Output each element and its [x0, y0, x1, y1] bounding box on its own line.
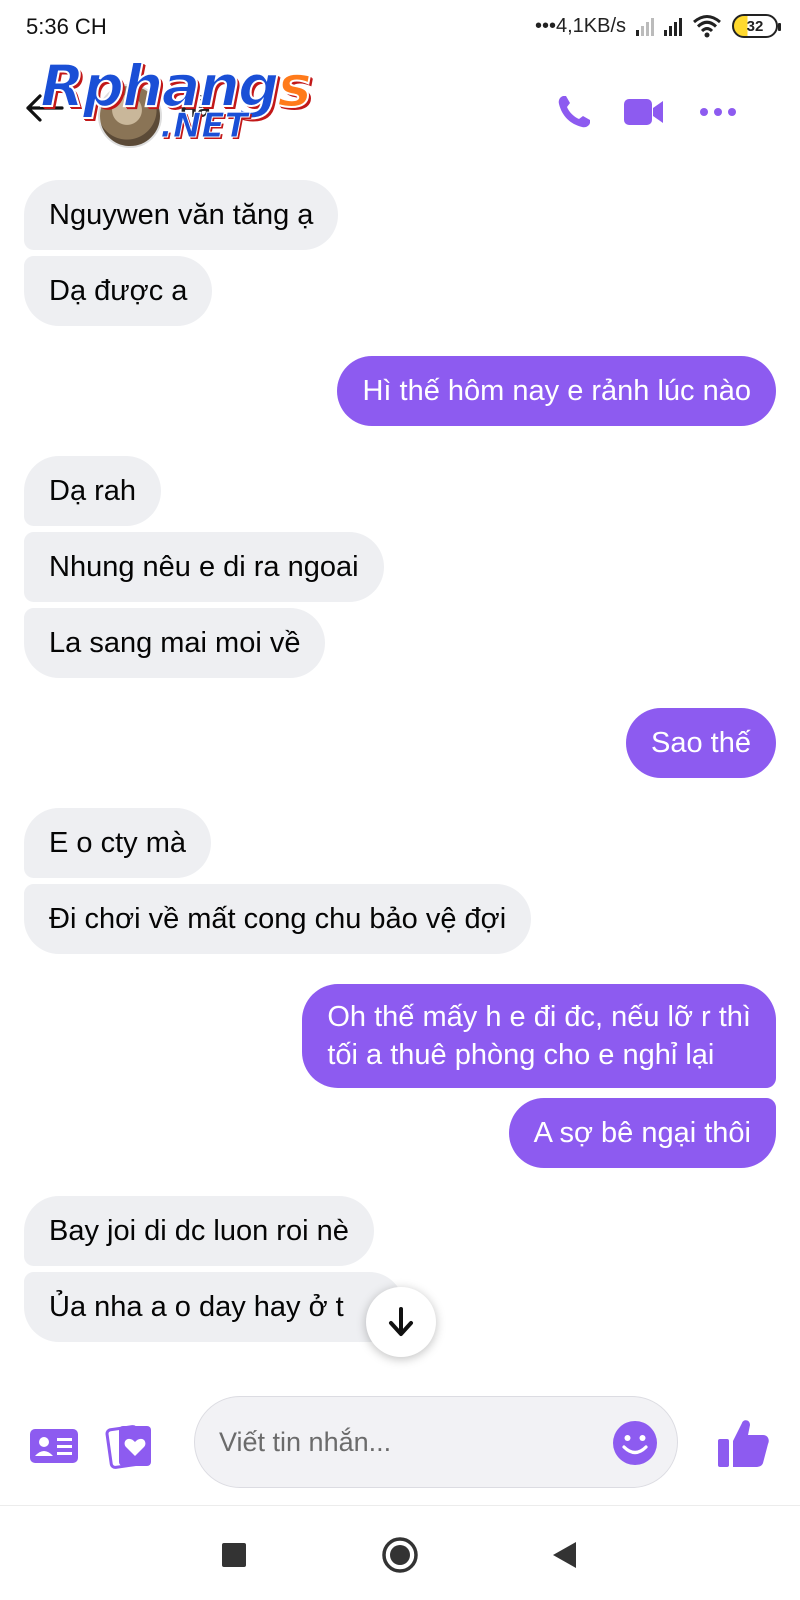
message-incoming[interactable]: Dạ rah [24, 456, 162, 526]
status-time: 5:36 CH [26, 14, 107, 39]
message-outgoing[interactable]: A sợ bê ngại thôi [508, 1098, 776, 1168]
like-button[interactable] [712, 1412, 774, 1474]
arrow-down-icon [389, 1307, 413, 1336]
home-circle-icon [382, 1537, 418, 1573]
message-incoming[interactable]: Đi chơi về mất cong chu bảo vệ đợi [24, 884, 532, 954]
network-speed: •••4,1KB/s [534, 14, 626, 37]
android-nav-bar [0, 1505, 800, 1600]
chat-header: Hằ Rphangs .NET [0, 55, 800, 166]
video-camera-icon [624, 99, 663, 125]
wifi-icon [693, 15, 721, 38]
status-bar: 5:36 CH •••4,1KB/s 32 [0, 0, 800, 56]
triangle-back-icon [553, 1542, 576, 1568]
signal-1-icon [636, 16, 654, 36]
sticker-heart-icon [105, 1425, 151, 1469]
more-options-button[interactable] [696, 90, 740, 134]
message-incoming[interactable]: E o cty mà [24, 808, 211, 878]
watermark-logo-sub: .NET [160, 106, 249, 147]
signal-2-icon [664, 16, 682, 36]
back-button[interactable] [540, 1531, 588, 1579]
message-field[interactable] [194, 1396, 678, 1488]
contact-card-icon [30, 1429, 78, 1463]
message-incoming[interactable]: Nguywen văn tăng ạ [24, 180, 339, 250]
message-incoming[interactable]: Ủa nha a o day hay ở t [24, 1272, 404, 1342]
message-line: tối a thuê phòng cho e nghỉ lại [327, 1039, 715, 1071]
message-input[interactable] [219, 1397, 579, 1487]
home-button[interactable] [376, 1531, 424, 1579]
message-incoming[interactable]: Bay joi di dc luon roi nè [24, 1196, 374, 1266]
sticker-button[interactable] [102, 1418, 158, 1474]
message-incoming[interactable]: La sang mai moi về [24, 608, 326, 678]
recent-apps-button[interactable] [210, 1531, 258, 1579]
phone-icon [558, 96, 590, 128]
status-indicators: •••4,1KB/s 32 [534, 14, 781, 38]
logo-s-text: s [276, 52, 312, 120]
message-outgoing-multiline[interactable]: Oh thế mấy h e đi đc, nếu lỡ r thì tối a… [302, 984, 776, 1088]
message-line: Oh thế mấy h e đi đc, nếu lỡ r thì [327, 1001, 751, 1033]
message-outgoing[interactable]: Hì thế hôm nay e rảnh lúc nào [337, 356, 776, 426]
message-incoming[interactable]: Nhung nêu e di ra ngoai [24, 532, 384, 602]
message-outgoing[interactable]: Sao thế [626, 708, 776, 778]
video-call-button[interactable] [622, 90, 666, 134]
message-thread[interactable]: Nguywen văn tăng ạ Dạ được a Hì thế hôm … [0, 176, 800, 1376]
battery-icon: 32 [732, 14, 781, 38]
scroll-to-bottom-button[interactable] [366, 1287, 436, 1357]
contact-card-button[interactable] [26, 1418, 82, 1474]
message-composer [0, 1390, 800, 1500]
more-dots-icon [700, 108, 736, 116]
thumbs-up-icon [718, 1420, 769, 1467]
emoji-icon[interactable] [611, 1419, 659, 1467]
message-incoming[interactable]: Dạ được a [24, 256, 213, 326]
voice-call-button[interactable] [552, 90, 596, 134]
square-icon [222, 1543, 246, 1567]
